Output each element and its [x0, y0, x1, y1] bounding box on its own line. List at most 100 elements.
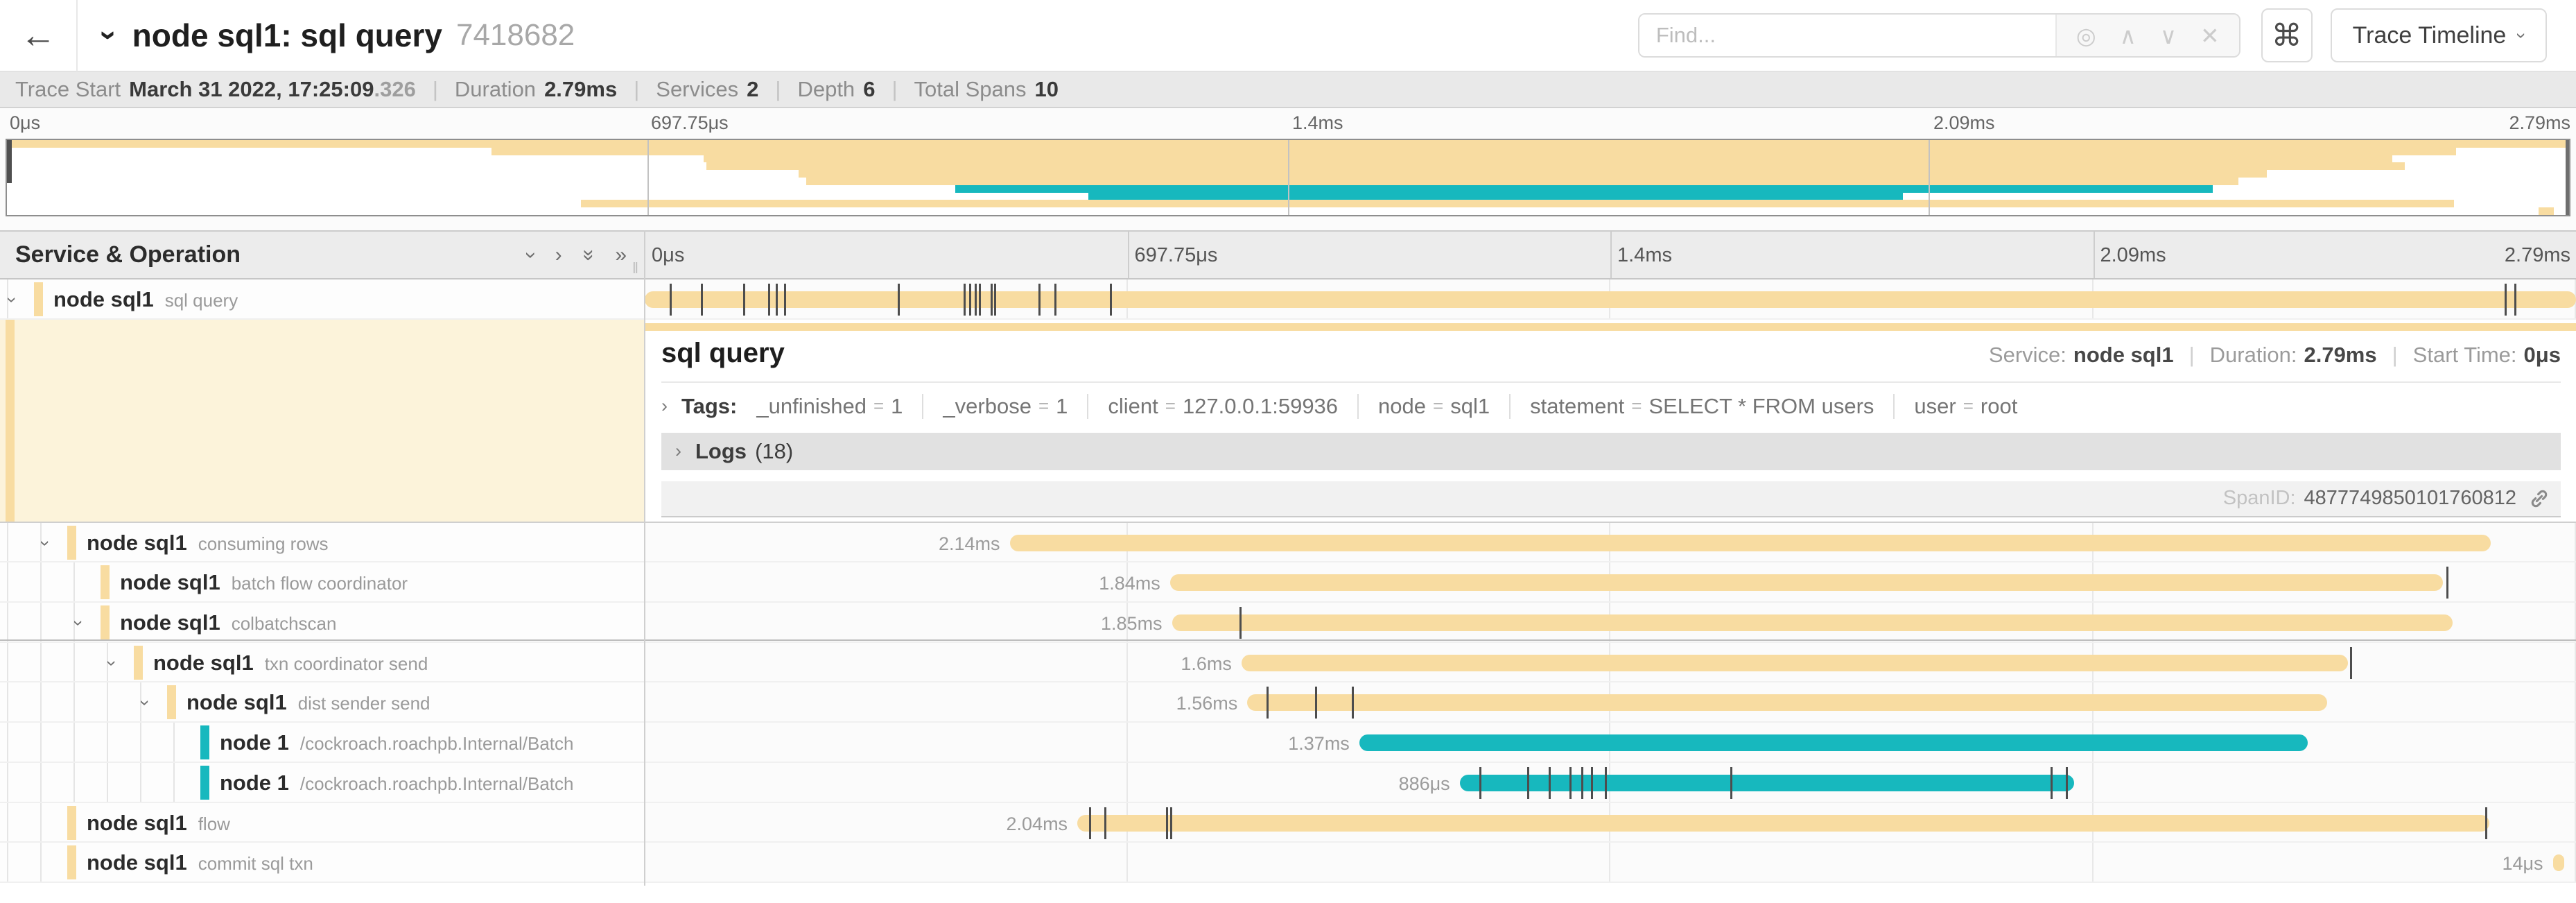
tag-key: statement	[1530, 394, 1624, 419]
span-tree-cell[interactable]: node sql1commit sql txn	[0, 843, 645, 882]
tree-indent-guide	[40, 803, 42, 842]
tree-collapse-chevron-icon[interactable]: ›	[134, 700, 156, 707]
span-bar[interactable]	[1359, 734, 2308, 751]
span-tree-cell[interactable]: node sql1batch flow coordinator	[0, 562, 645, 601]
span-row[interactable]: node sql1batch flow coordinator1.84ms	[0, 562, 2576, 603]
log-tick-mark	[2350, 647, 2352, 679]
find-input[interactable]	[1639, 15, 2055, 56]
tree-collapse-chevron-icon[interactable]: ›	[1, 297, 23, 303]
minimap-span-bar	[806, 178, 2238, 185]
span-duration-label: 1.37ms	[1288, 733, 1350, 755]
span-timeline-cell[interactable]: 1.85ms	[645, 603, 2576, 642]
span-row[interactable]: ›node sql1consuming rows2.14ms	[0, 523, 2576, 563]
span-tree-cell[interactable]: ›node sql1consuming rows	[0, 523, 645, 562]
span-timeline-cell[interactable]: 1.37ms	[645, 723, 2576, 762]
column-divider[interactable]	[644, 230, 645, 886]
span-operation-name: txn coordinator send	[265, 653, 428, 674]
span-row[interactable]: ›node sql1dist sender send1.56ms	[0, 682, 2576, 723]
minimap-left-handle[interactable]	[7, 140, 12, 183]
prev-result-icon[interactable]: ∧	[2120, 24, 2136, 47]
span-row[interactable]: node 1/cockroach.roachpb.Internal/Batch 8…	[0, 763, 2576, 803]
span-timeline-cell[interactable]	[645, 280, 2576, 318]
column-resize-grip[interactable]: ‖	[632, 259, 640, 277]
expand-all-icon[interactable]: »	[615, 245, 627, 266]
span-timeline-cell[interactable]: 886μs	[645, 763, 2576, 802]
span-row[interactable]: ›node sql1colbatchscan 1.85ms	[0, 603, 2576, 643]
collapse-all-icon[interactable]: »	[578, 249, 599, 261]
log-tick-mark	[898, 284, 900, 316]
span-timeline-cell[interactable]: 1.84ms	[645, 562, 2576, 601]
span-tree-cell[interactable]: ›node sql1sql query	[0, 280, 645, 318]
span-tree-cell[interactable]: ›node sql1txn coordinator send	[0, 643, 645, 682]
span-bar[interactable]	[645, 291, 2576, 308]
span-bar[interactable]	[1010, 535, 2491, 551]
locate-icon[interactable]: ◎	[2076, 24, 2096, 47]
span-bar[interactable]	[2553, 854, 2565, 871]
tag-key: _verbose	[943, 394, 1032, 419]
span-row[interactable]: node 1/cockroach.roachpb.Internal/Batch 1…	[0, 723, 2576, 763]
span-timeline-cell[interactable]: 2.04ms	[645, 803, 2576, 842]
detail-divider	[661, 381, 2561, 383]
span-row[interactable]: node sql1commit sql txn14μs	[0, 843, 2576, 883]
tree-indent-guide	[40, 763, 42, 802]
span-bar[interactable]	[1172, 614, 2453, 631]
minimap-canvas[interactable]	[6, 139, 2570, 216]
log-tick-mark	[1267, 687, 1269, 719]
tree-indent-guide	[40, 562, 42, 601]
span-color-bar	[134, 646, 143, 680]
span-tree-cell[interactable]: node 1/cockroach.roachpb.Internal/Batch	[0, 763, 645, 802]
log-tick-mark	[979, 284, 981, 316]
span-bar[interactable]	[1170, 574, 2443, 591]
collapse-one-icon[interactable]: ›	[521, 252, 541, 259]
span-row[interactable]: ›node sql1txn coordinator send1.6ms	[0, 643, 2576, 683]
back-button[interactable]: ←	[0, 0, 78, 71]
span-detail-meta: Service: node sql1 | Duration: 2.79ms | …	[1989, 343, 2561, 368]
tag-value: sql1	[1450, 394, 1490, 419]
next-result-icon[interactable]: ∨	[2160, 24, 2177, 47]
minimap-grid-line	[1288, 140, 1289, 215]
span-detail-body: sql query Service: node sql1 | Duration:…	[661, 338, 2561, 517]
expand-one-icon[interactable]: ›	[555, 245, 562, 266]
span-duration-label: 886μs	[1399, 773, 1450, 795]
trace-collapse-chevron-icon[interactable]: ›	[92, 31, 126, 41]
minimap-right-handle[interactable]	[2566, 140, 2569, 215]
link-icon[interactable]	[2527, 487, 2551, 510]
tree-indent-guide	[7, 843, 8, 882]
chevron-down-icon: ›	[2511, 33, 2532, 39]
span-tree-cell[interactable]: ›node sql1colbatchscan	[0, 603, 645, 642]
summary-value: 2	[747, 77, 758, 102]
summary-label: Duration	[455, 77, 536, 102]
span-timeline-cell[interactable]: 1.6ms	[645, 643, 2576, 682]
span-color-bar	[101, 565, 110, 599]
timeline-grid-line	[1126, 763, 1128, 802]
summary-value: 10	[1035, 77, 1059, 102]
log-tick-mark	[1170, 807, 1172, 839]
span-bar[interactable]	[1077, 815, 2489, 832]
span-tree-cell[interactable]: node 1/cockroach.roachpb.Internal/Batch	[0, 723, 645, 762]
tree-collapse-chevron-icon[interactable]: ›	[35, 540, 56, 547]
tags-row[interactable]: › Tags: _unfinished=1_verbose=1client=12…	[661, 394, 2561, 419]
span-row[interactable]: node sql1flow2.04ms	[0, 803, 2576, 843]
logs-toggle[interactable]: › Logs (18)	[661, 433, 2561, 470]
log-tick-mark	[2505, 284, 2507, 316]
logs-count: (18)	[755, 439, 793, 464]
span-bar[interactable]	[1242, 655, 2348, 671]
span-timeline-cell[interactable]: 1.56ms	[645, 682, 2576, 721]
tree-collapse-chevron-icon[interactable]: ›	[101, 660, 123, 666]
span-bar[interactable]	[1247, 694, 2326, 711]
tag-key: user	[1914, 394, 1956, 419]
span-duration-label: 1.85ms	[1101, 613, 1163, 635]
span-timeline-cell[interactable]: 14μs	[645, 843, 2576, 882]
tree-collapse-chevron-icon[interactable]: ›	[68, 620, 89, 626]
span-tree-cell[interactable]: node sql1flow	[0, 803, 645, 842]
span-timeline-cell[interactable]: 2.14ms	[645, 523, 2576, 562]
keyboard-shortcuts-button[interactable]: ⌘	[2261, 8, 2313, 62]
view-selector-button[interactable]: Trace Timeline ›	[2331, 8, 2547, 62]
span-bar[interactable]	[1460, 775, 2074, 791]
clear-search-icon[interactable]: ✕	[2200, 24, 2220, 47]
spanid-value: 4877749850101760812	[2304, 487, 2516, 510]
log-tick-mark	[1054, 284, 1056, 316]
span-tree-cell[interactable]: ›node sql1dist sender send	[0, 682, 645, 721]
tree-indent-guide	[73, 562, 75, 601]
span-row[interactable]: ›node sql1sql query	[0, 280, 2576, 320]
